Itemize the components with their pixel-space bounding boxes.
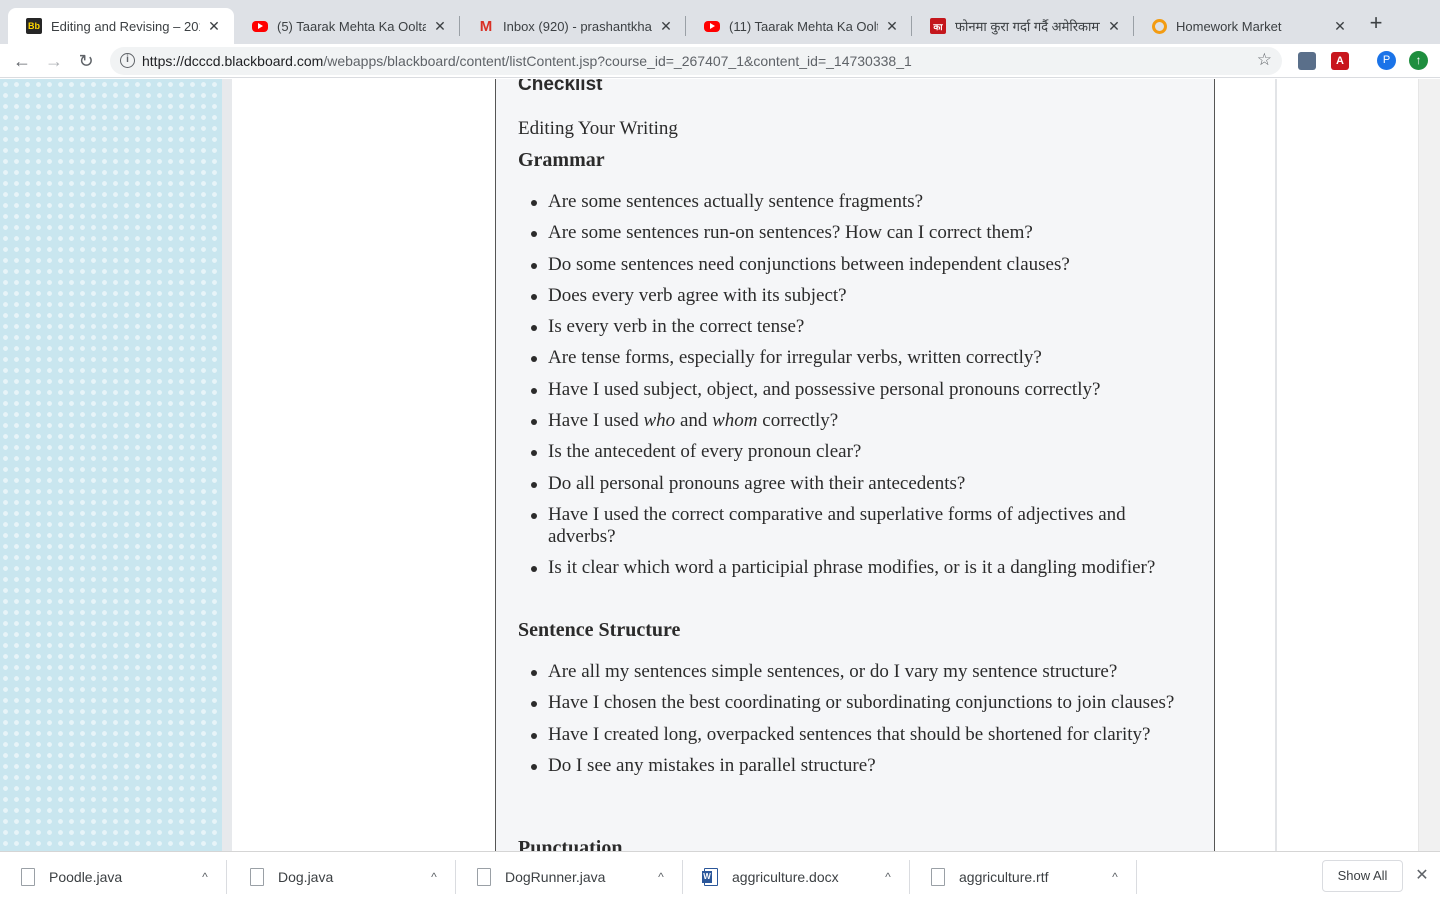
pdf-extension-icon[interactable]: A [1331,52,1349,70]
divider [226,860,227,894]
gmail-icon: M [479,17,493,35]
close-icon[interactable]: ✕ [1332,18,1348,34]
download-filename: aggriculture.rtf [959,869,1049,885]
tab-title: फोनमा कुरा गर्दा गर्दै अमेरिकामा नेपाल [955,19,1100,34]
url-text[interactable]: https://dcccd.blackboard.com/webapps/bla… [142,53,912,69]
file-icon [477,868,491,886]
list-item: Are tense forms, especially for irregula… [518,347,1178,369]
tab-youtube-2[interactable]: (11) Taarak Mehta Ka Ooltah ✕ [686,8,912,44]
close-icon[interactable]: ✕ [658,18,674,34]
homework-market-icon [1152,18,1167,34]
chevron-up-icon[interactable]: ^ [422,870,446,884]
tab-title: (11) Taarak Mehta Ka Ooltah [729,18,878,34]
tab-title: (5) Taarak Mehta Ka Ooltah [277,18,426,34]
browser-toolbar: ← → ↻ i https://dcccd.blackboard.com/web… [0,44,1440,78]
download-item[interactable]: aggriculture.docx ^ [683,860,910,894]
list-item: Have I chosen the best coordinating or s… [518,692,1178,714]
address-bar[interactable]: i https://dcccd.blackboard.com/webapps/b… [110,47,1282,75]
list-item: Have I used subject, object, and possess… [518,379,1178,401]
forward-button[interactable]: → [42,49,66,73]
close-icon[interactable]: ✕ [206,18,222,34]
new-tab-button[interactable]: + [1364,12,1388,36]
section-heading-sentence-structure: Sentence Structure [518,619,681,641]
subheading: Editing Your Writing [518,118,678,139]
italic-term: who [643,410,676,432]
grammar-list: Are some sentences actually sentence fra… [518,191,1178,589]
list-item: Is the antecedent of every pronoun clear… [518,441,1178,463]
download-filename: DogRunner.java [505,869,606,885]
sentence-structure-list: Are all my sentences simple sentences, o… [518,661,1178,786]
tab-kantipur[interactable]: का फोनमा कुरा गर्दा गर्दै अमेरिकामा नेपा… [912,8,1134,44]
close-icon[interactable]: ✕ [432,18,448,34]
blackboard-icon: Bb [26,18,42,34]
tab-title: Homework Market [1176,18,1282,34]
download-filename: Poodle.java [49,869,123,885]
tab-homework-market[interactable]: Homework Market ✕ [1134,8,1360,44]
reload-button[interactable]: ↻ [74,49,98,73]
list-item: Are some sentences actually sentence fra… [518,191,1178,213]
extension-icon[interactable] [1298,52,1316,70]
list-item: Have I used the correct comparative and … [518,504,1178,548]
word-doc-icon [702,868,718,886]
left-decorative-pattern [0,79,222,851]
italic-term: whom [712,410,758,432]
left-border [222,79,232,851]
profile-avatar[interactable]: P [1377,51,1396,70]
page-title: Checklist [518,79,603,95]
youtube-icon [252,20,268,32]
chevron-up-icon[interactable]: ^ [193,870,217,884]
list-item: Does every verb agree with its subject? [518,285,1178,307]
rtf-file-icon [931,868,945,886]
download-shelf: Poodle.java ^ Dog.java ^ DogRunner.java … [0,851,1440,900]
chevron-up-icon[interactable]: ^ [876,870,900,884]
list-item: Have I created long, overpacked sentence… [518,724,1178,746]
right-border [1275,79,1277,851]
file-icon [250,868,264,886]
section-heading-grammar: Grammar [518,149,605,171]
content-panel: Checklist Editing Your Writing Grammar A… [495,79,1215,851]
bookmark-star-icon[interactable]: ☆ [1257,50,1272,70]
download-item[interactable]: Poodle.java ^ [0,860,227,894]
list-item: Is it clear which word a participial phr… [518,557,1178,579]
kantipur-icon: का [930,18,946,34]
list-item: Do some sentences need conjunctions betw… [518,254,1178,276]
download-item[interactable]: aggriculture.rtf ^ [910,860,1137,894]
list-item: Is every verb in the correct tense? [518,316,1178,338]
tab-title: Editing and Revising – 2018F [51,18,200,34]
update-icon[interactable]: ↑ [1409,51,1428,70]
list-item: Are some sentences run-on sentences? How… [518,222,1178,244]
download-item[interactable]: DogRunner.java ^ [456,860,683,894]
close-icon[interactable]: ✕ [1412,866,1432,886]
tab-youtube-1[interactable]: (5) Taarak Mehta Ka Ooltah ✕ [234,8,460,44]
back-button[interactable]: ← [10,49,34,73]
section-heading-punctuation: Punctuation [518,837,623,851]
chevron-up-icon[interactable]: ^ [1103,870,1127,884]
youtube-icon [704,20,720,32]
divider [1136,860,1137,894]
url-path: /webapps/blackboard/content/listContent.… [323,53,912,69]
vertical-scrollbar[interactable] [1418,79,1440,851]
close-icon[interactable]: ✕ [1106,18,1122,34]
list-item-who-whom: Have I used who and whom correctly? [518,410,1178,432]
chevron-up-icon[interactable]: ^ [649,870,673,884]
download-filename: Dog.java [278,869,334,885]
close-icon[interactable]: ✕ [884,18,900,34]
file-icon [21,868,35,886]
list-item: Do all personal pronouns agree with thei… [518,473,1178,495]
download-filename: aggriculture.docx [732,869,839,885]
list-item: Are all my sentences simple sentences, o… [518,661,1178,683]
download-item[interactable]: Dog.java ^ [229,860,456,894]
tab-gmail[interactable]: M Inbox (920) - prashantkhad ✕ [460,8,686,44]
url-host: https://dcccd.blackboard.com [142,53,324,69]
site-info-icon[interactable]: i [120,53,135,68]
tab-blackboard[interactable]: Bb Editing and Revising – 2018F ✕ [8,8,234,44]
tab-strip: Bb Editing and Revising – 2018F ✕ (5) Ta… [0,0,1440,44]
show-all-button[interactable]: Show All [1322,860,1403,892]
page-viewport: Checklist Editing Your Writing Grammar A… [0,79,1440,851]
list-item: Do I see any mistakes in parallel struct… [518,755,1178,777]
tab-title: Inbox (920) - prashantkhad [503,18,652,34]
